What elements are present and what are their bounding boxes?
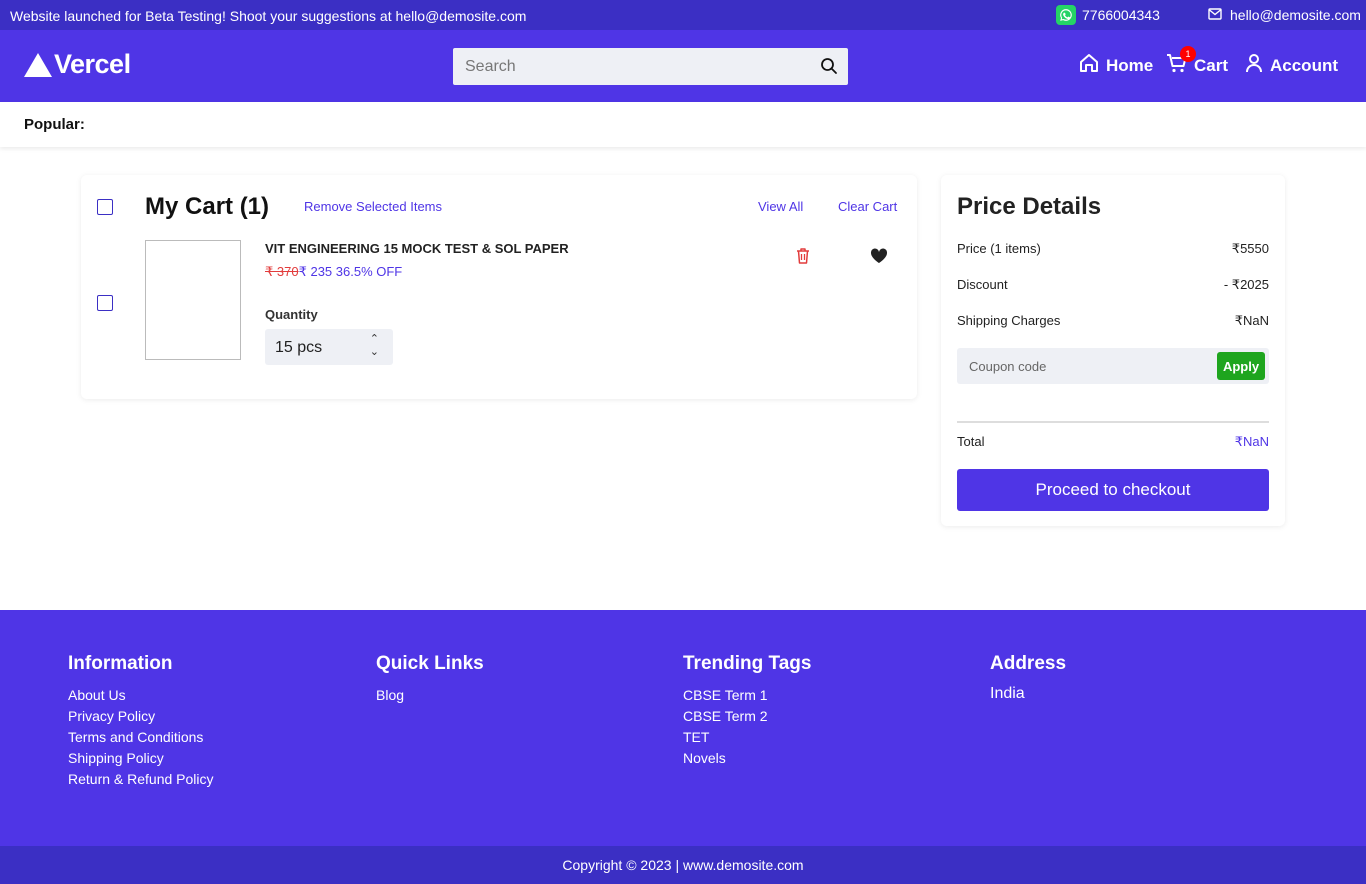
phone-number: 7766004343 bbox=[1082, 7, 1160, 23]
shipping-label: Shipping Charges bbox=[957, 313, 1061, 328]
popular-bar: Popular: bbox=[0, 102, 1366, 147]
search-input[interactable] bbox=[453, 48, 793, 85]
discount-label: Discount bbox=[957, 277, 1008, 292]
nav-cart[interactable]: 1 Cart bbox=[1166, 46, 1229, 79]
footer-information: Information About Us Privacy Policy Term… bbox=[68, 653, 214, 790]
total-value: ₹NaN bbox=[1234, 434, 1269, 449]
product-prices: ₹ 370₹ 235 36.5% OFF bbox=[265, 264, 402, 280]
mail-icon bbox=[1208, 7, 1222, 23]
quantity-label: Quantity bbox=[265, 307, 318, 322]
divider bbox=[957, 421, 1269, 423]
cart-count-badge: 1 bbox=[1180, 46, 1196, 62]
remove-selected-link[interactable]: Remove Selected Items bbox=[304, 199, 442, 214]
apply-coupon-button[interactable]: Apply bbox=[1217, 352, 1265, 380]
total-label: Total bbox=[957, 434, 985, 449]
footer-tag-cbse-term-1[interactable]: CBSE Term 1 bbox=[683, 685, 811, 706]
email-contact[interactable]: hello@demosite.com bbox=[1208, 7, 1361, 23]
popular-label: Popular: bbox=[24, 116, 85, 133]
footer-tag-novels[interactable]: Novels bbox=[683, 748, 811, 769]
footer-heading-quick-links: Quick Links bbox=[376, 653, 484, 674]
footer-quick-links: Quick Links Blog bbox=[376, 653, 484, 706]
site-footer: Information About Us Privacy Policy Term… bbox=[0, 610, 1366, 846]
price-details-panel: Price Details Price (1 items) ₹5550 Disc… bbox=[941, 175, 1285, 526]
discount-value: - ₹2025 bbox=[1223, 277, 1269, 292]
site-logo[interactable]: Vercel bbox=[24, 49, 131, 80]
whatsapp-icon bbox=[1056, 5, 1076, 25]
email-text: hello@demosite.com bbox=[1230, 7, 1361, 23]
announcement-text: Website launched for Beta Testing! Shoot… bbox=[10, 8, 527, 24]
new-price: ₹ 235 bbox=[298, 264, 333, 279]
product-image[interactable] bbox=[145, 240, 241, 360]
view-all-link[interactable]: View All bbox=[758, 199, 803, 214]
nav-account-label: Account bbox=[1270, 55, 1338, 75]
footer-heading-information: Information bbox=[68, 653, 173, 674]
nav-home-label: Home bbox=[1106, 55, 1154, 75]
quantity-stepper[interactable]: 15 pcs ⌃ ⌄ bbox=[265, 329, 393, 365]
footer-heading-trending: Trending Tags bbox=[683, 653, 812, 674]
quantity-value: 15 pcs bbox=[275, 339, 323, 356]
select-all-checkbox[interactable] bbox=[97, 199, 113, 215]
product-name[interactable]: VIT ENGINEERING 15 MOCK TEST & SOL PAPER bbox=[265, 241, 569, 256]
price-row: Price (1 items) ₹5550 bbox=[957, 241, 1269, 257]
delete-icon[interactable] bbox=[795, 247, 811, 270]
search-box bbox=[453, 48, 848, 85]
price-details-title: Price Details bbox=[957, 193, 1102, 220]
discount-row: Discount - ₹2025 bbox=[957, 277, 1269, 293]
cart-panel: My Cart (1) Remove Selected Items View A… bbox=[81, 175, 917, 399]
shipping-value: ₹NaN bbox=[1234, 313, 1269, 328]
nav-home[interactable]: Home bbox=[1078, 52, 1153, 79]
footer-link-refund[interactable]: Return & Refund Policy bbox=[68, 769, 214, 790]
footer-link-shipping[interactable]: Shipping Policy bbox=[68, 748, 214, 769]
item-checkbox[interactable] bbox=[97, 295, 113, 311]
search-icon[interactable] bbox=[820, 57, 838, 80]
footer-link-blog[interactable]: Blog bbox=[376, 685, 484, 706]
wishlist-heart-icon[interactable] bbox=[870, 248, 888, 269]
footer-link-terms[interactable]: Terms and Conditions bbox=[68, 727, 214, 748]
announcement-bar: Website launched for Beta Testing! Shoot… bbox=[0, 0, 1366, 30]
logo-text: Vercel bbox=[54, 49, 131, 79]
price-label: Price (1 items) bbox=[957, 241, 1041, 256]
nav-cart-label: Cart bbox=[1194, 55, 1229, 75]
nav-account[interactable]: Account bbox=[1244, 52, 1338, 79]
discount-percent: 36.5% OFF bbox=[335, 264, 403, 279]
footer-tag-cbse-term-2[interactable]: CBSE Term 2 bbox=[683, 706, 811, 727]
copyright-bar: Copyright © 2023 | www.demosite.com bbox=[0, 846, 1366, 884]
address-text: India bbox=[990, 685, 1025, 702]
cart-icon: 1 bbox=[1166, 46, 1196, 79]
footer-heading-address: Address bbox=[990, 653, 1067, 674]
shipping-row: Shipping Charges ₹NaN bbox=[957, 313, 1269, 329]
old-price: ₹ 370 bbox=[265, 264, 299, 279]
coupon-input[interactable] bbox=[957, 348, 1207, 384]
total-row: Total ₹NaN bbox=[957, 434, 1269, 450]
clear-cart-link[interactable]: Clear Cart bbox=[838, 199, 897, 214]
main-header: Vercel Home 1 Cart Account bbox=[0, 30, 1366, 102]
home-icon bbox=[1078, 52, 1100, 79]
user-icon bbox=[1244, 52, 1264, 79]
price-value: ₹5550 bbox=[1231, 241, 1269, 256]
coupon-box: Apply bbox=[957, 348, 1269, 384]
phone-contact[interactable]: 7766004343 bbox=[1056, 5, 1160, 25]
copyright-text: Copyright © 2023 | www.demosite.com bbox=[562, 857, 804, 873]
checkout-button[interactable]: Proceed to checkout bbox=[957, 469, 1269, 511]
footer-link-about[interactable]: About Us bbox=[68, 685, 214, 706]
footer-tag-tet[interactable]: TET bbox=[683, 727, 811, 748]
logo-triangle-icon bbox=[24, 52, 52, 77]
footer-address: Address India bbox=[990, 653, 1066, 703]
footer-trending-tags: Trending Tags CBSE Term 1 CBSE Term 2 TE… bbox=[683, 653, 811, 769]
footer-link-privacy[interactable]: Privacy Policy bbox=[68, 706, 214, 727]
stepper-arrows-icon[interactable]: ⌃ ⌄ bbox=[370, 333, 379, 359]
cart-title: My Cart (1) bbox=[145, 193, 270, 220]
